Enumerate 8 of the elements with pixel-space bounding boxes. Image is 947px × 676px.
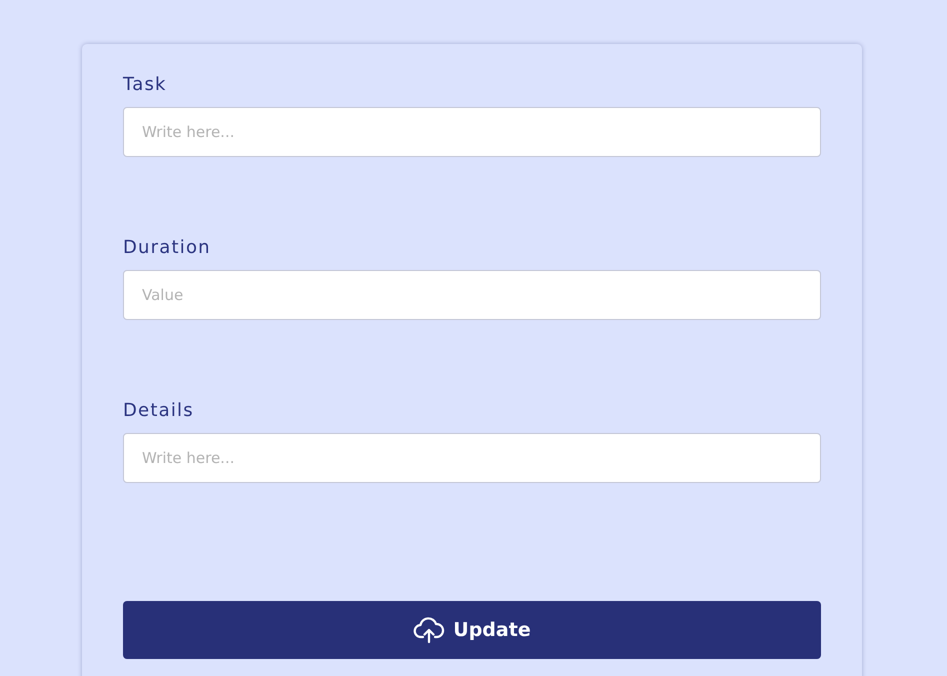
input-field[interactable]: Write here... <box>123 107 821 157</box>
field-label: Duration <box>123 237 211 259</box>
field-label: Details <box>123 400 194 422</box>
input-field[interactable]: Value <box>123 270 821 320</box>
cloud-upload-icon <box>413 616 446 644</box>
field-label: Task <box>123 74 167 96</box>
update-button[interactable]: Update <box>123 601 821 659</box>
input-field[interactable]: Write here... <box>123 433 821 483</box>
